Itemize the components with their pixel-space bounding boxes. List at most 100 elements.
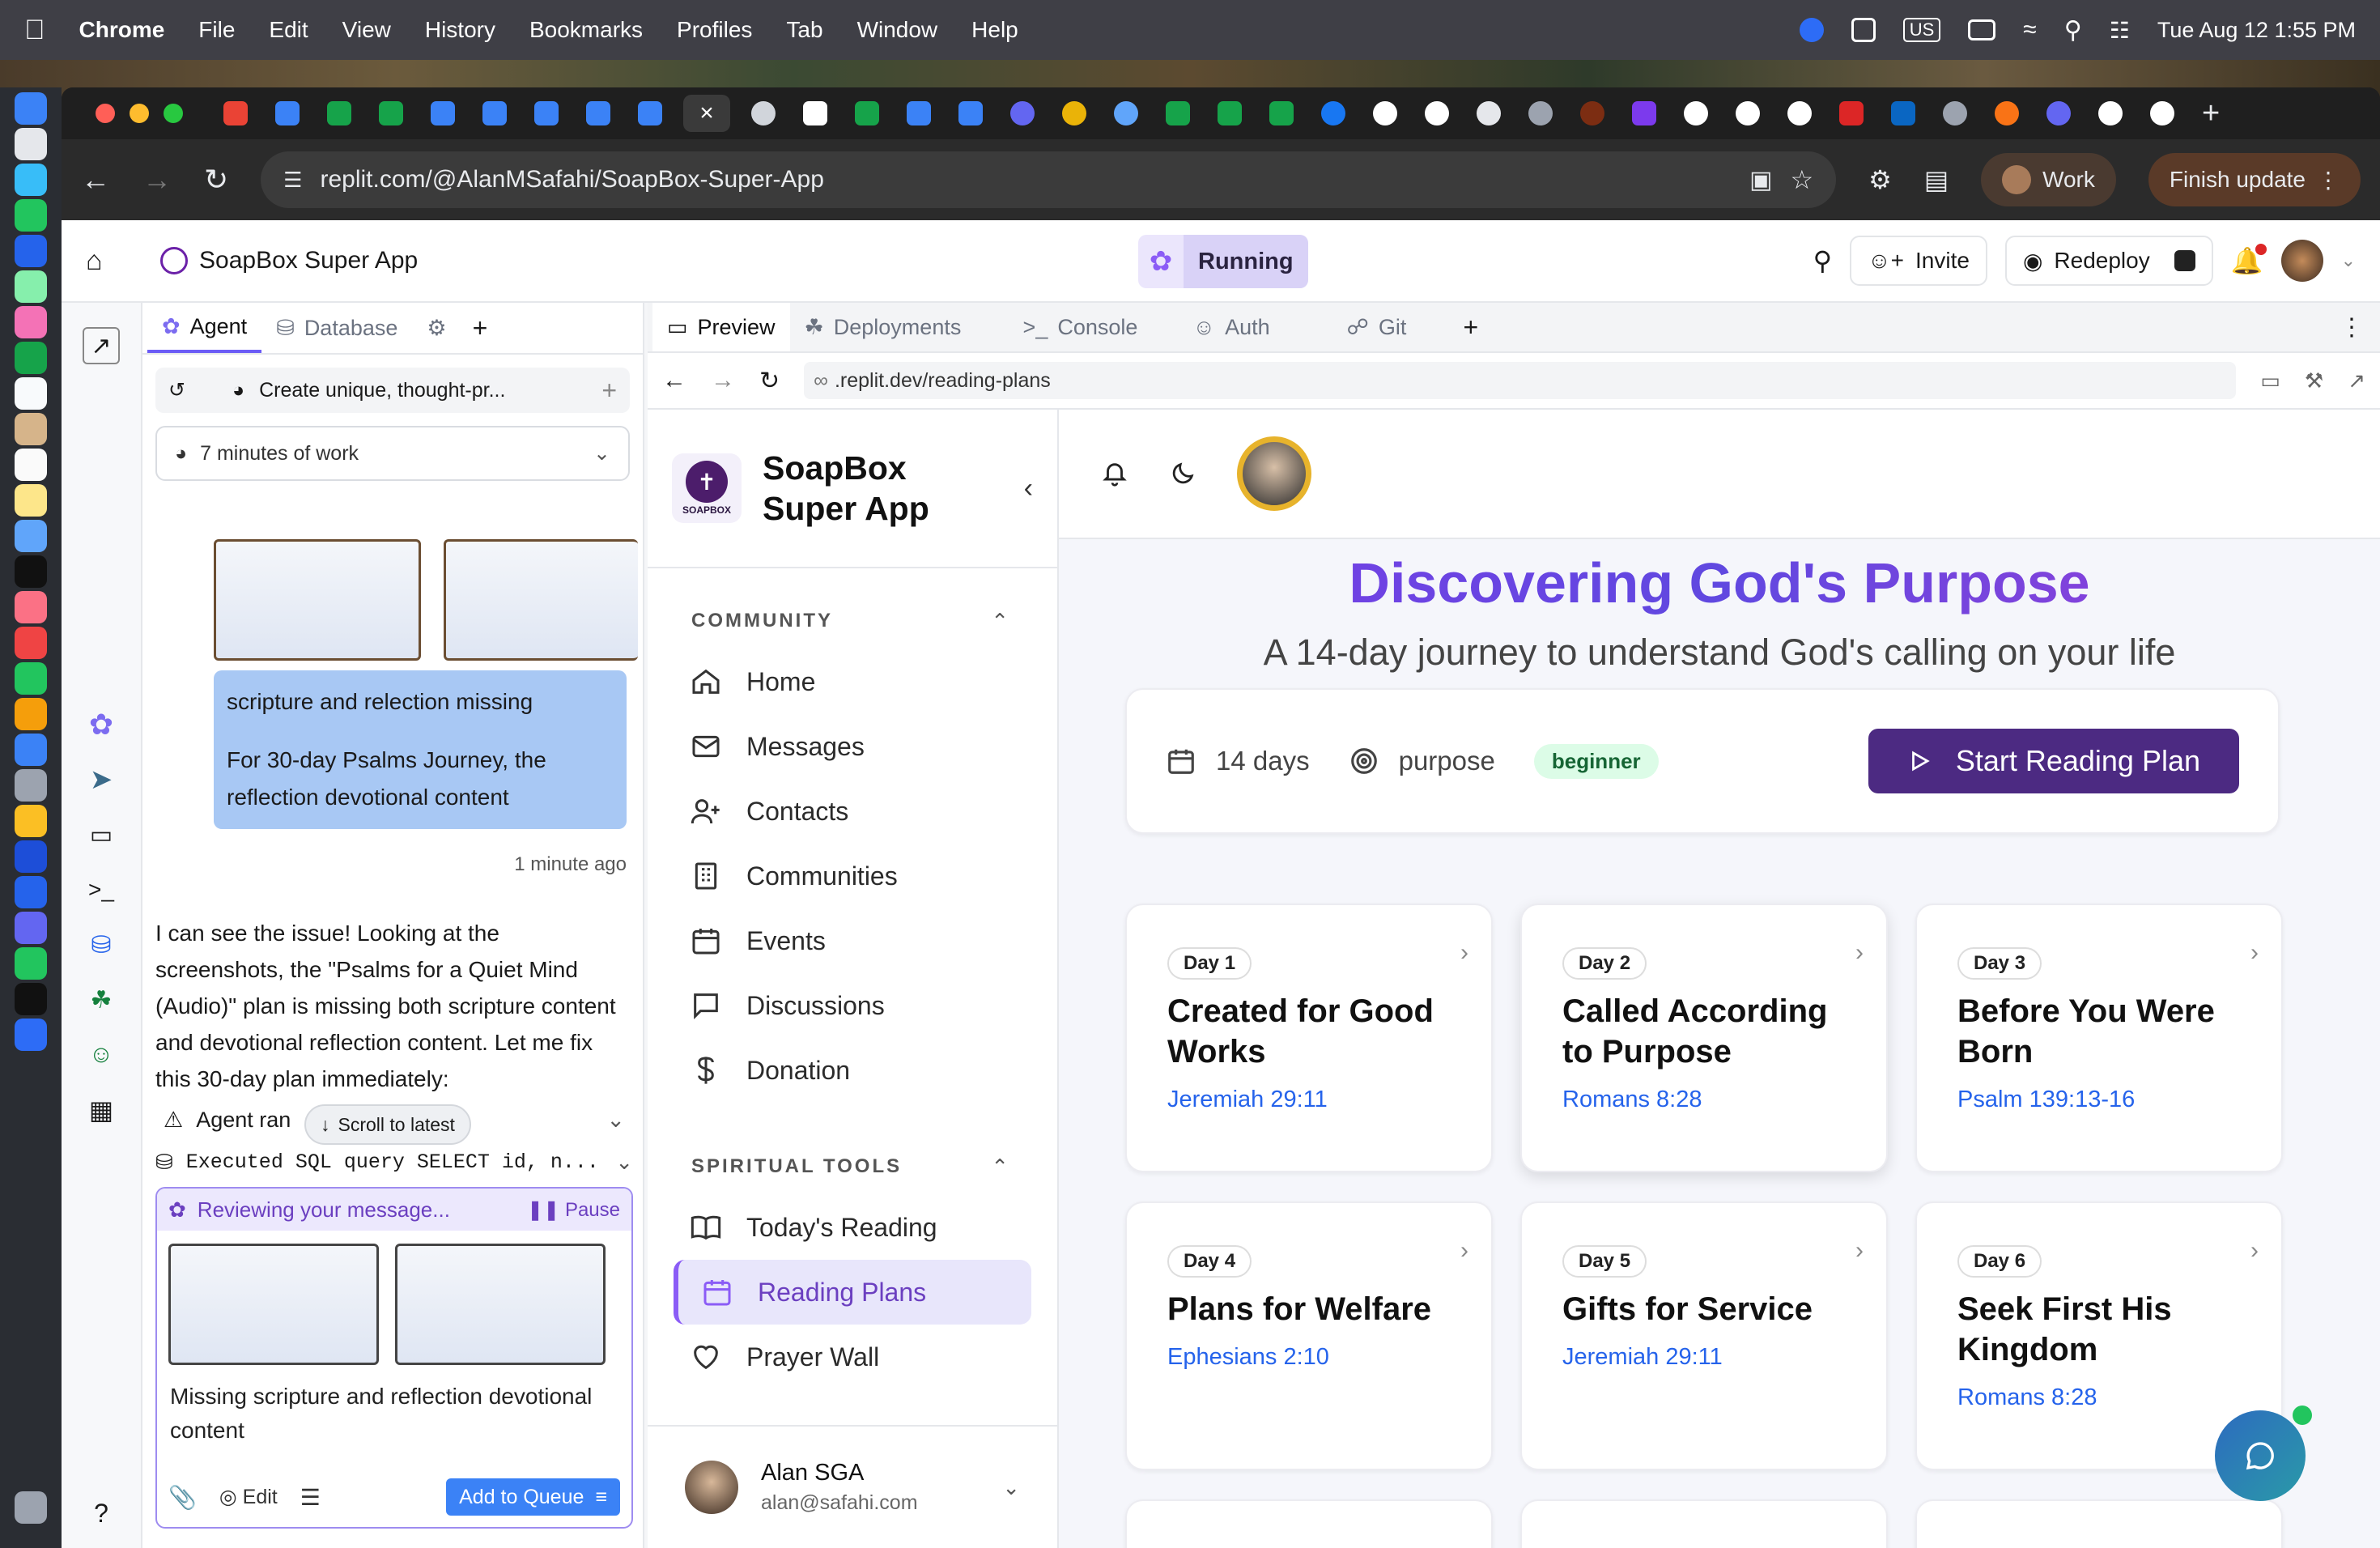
- tab-preview[interactable]: ▭ Preview: [652, 303, 790, 351]
- bookmark-star-icon[interactable]: ☆: [1790, 164, 1813, 195]
- tab-docs-2[interactable]: [476, 95, 513, 132]
- select-tool-icon[interactable]: ↗: [83, 327, 120, 364]
- tab-soapbox[interactable]: [1004, 95, 1041, 132]
- apple-icon[interactable]: : [24, 15, 45, 46]
- preview-more-icon[interactable]: ⋮: [2340, 313, 2364, 342]
- site-info-icon[interactable]: ☰: [283, 168, 302, 193]
- home-icon[interactable]: ⌂: [86, 245, 126, 277]
- tab-google-6[interactable]: [2144, 95, 2181, 132]
- tab-dropbox[interactable]: [269, 95, 306, 132]
- day-card[interactable]: [1915, 1499, 2283, 1548]
- tab-google-1[interactable]: [1418, 95, 1456, 132]
- sidebar-user[interactable]: Alan SGA alan@safahi.com ⌄: [648, 1425, 1057, 1548]
- new-tab-button[interactable]: +: [2202, 96, 2220, 131]
- day-scripture-ref[interactable]: Ephesians 2:10: [1167, 1344, 1451, 1371]
- menu-profiles[interactable]: Profiles: [677, 17, 752, 43]
- day-card[interactable]: [1125, 1499, 1493, 1548]
- user-avatar[interactable]: [2280, 240, 2323, 282]
- dock-trash-icon[interactable]: [15, 1491, 47, 1524]
- menu-window[interactable]: Window: [857, 17, 938, 43]
- tab-web-3[interactable]: [1833, 95, 1870, 132]
- add-to-queue-button[interactable]: Add to Queue ≡: [446, 1478, 620, 1516]
- tab-soapbox-2[interactable]: [2040, 95, 2077, 132]
- scroll-to-latest-button[interactable]: ↓ Scroll to latest: [304, 1104, 471, 1145]
- minimize-window-button[interactable]: [130, 104, 149, 123]
- preview-reload-icon[interactable]: ↻: [759, 367, 780, 395]
- dock-finder-icon[interactable]: [15, 92, 47, 125]
- tab-video[interactable]: [1626, 95, 1663, 132]
- start-reading-plan-button[interactable]: Start Reading Plan: [1868, 729, 2239, 793]
- tab-sheets-1[interactable]: [321, 95, 358, 132]
- tab-openai[interactable]: [745, 95, 782, 132]
- profile-button[interactable]: Work: [1981, 153, 2116, 206]
- extensions-icon[interactable]: ⚙: [1868, 164, 1892, 195]
- sidebar-item-prayer-wall[interactable]: Prayer Wall: [648, 1325, 1057, 1389]
- dock-messages-icon[interactable]: [15, 199, 47, 232]
- tab-sheets-2[interactable]: [372, 95, 410, 132]
- dock-terminal-icon[interactable]: [15, 983, 47, 1015]
- dock-outlook-icon[interactable]: [15, 840, 47, 873]
- community-section-header[interactable]: COMMUNITY ⌃: [648, 593, 1057, 649]
- menu-tab[interactable]: Tab: [786, 17, 822, 43]
- sidebar-item-discussions[interactable]: Discussions: [648, 973, 1057, 1038]
- tab-google-2[interactable]: [1677, 95, 1715, 132]
- dock-teams-icon[interactable]: [15, 912, 47, 944]
- tab-x-1[interactable]: [797, 95, 834, 132]
- day-card[interactable]: [1520, 1499, 1888, 1548]
- dock-pages-icon[interactable]: [15, 698, 47, 730]
- preview-url-field[interactable]: ∞ .replit.dev/reading-plans: [804, 362, 2237, 399]
- dock-settings-icon[interactable]: [15, 769, 47, 802]
- project-name[interactable]: SoapBox Super App: [199, 247, 418, 274]
- finish-update-button[interactable]: Finish update ⋮: [2148, 153, 2361, 206]
- tab-sheets-6[interactable]: [1263, 95, 1300, 132]
- day-scripture-ref[interactable]: Psalm 139:13-16: [1957, 1087, 2241, 1113]
- wifi-icon[interactable]: ≈: [2023, 16, 2036, 44]
- invite-button[interactable]: ☺+ Invite: [1850, 236, 1987, 286]
- dock-whatsapp-icon[interactable]: [15, 947, 47, 980]
- dock-zoom-icon[interactable]: [15, 1019, 47, 1051]
- sql-step[interactable]: ⛁ Executed SQL query SELECT id, n... ⌄: [155, 1150, 633, 1175]
- tab-sheets-4[interactable]: [1159, 95, 1196, 132]
- dock-reminders-icon[interactable]: [15, 449, 47, 481]
- search-icon[interactable]: ⚲: [1813, 245, 1832, 276]
- new-thread-icon[interactable]: +: [601, 376, 617, 406]
- all-tools-icon[interactable]: ▦: [83, 1091, 120, 1129]
- tab-docs-3[interactable]: [528, 95, 565, 132]
- forward-icon[interactable]: →: [142, 163, 172, 197]
- dock-chrome-icon[interactable]: [15, 805, 47, 837]
- tab-gemini[interactable]: [1107, 95, 1145, 132]
- dock-facetime-icon[interactable]: [15, 342, 47, 374]
- tab-web-1[interactable]: [1522, 95, 1559, 132]
- run-status[interactable]: ✿ Running: [1138, 235, 1308, 288]
- tab-hubspot[interactable]: [1988, 95, 2025, 132]
- sidebar-item-home[interactable]: Home: [648, 649, 1057, 714]
- close-window-button[interactable]: [96, 104, 115, 123]
- tab-gmail[interactable]: [217, 95, 254, 132]
- sidebar-item-communities[interactable]: Communities: [648, 844, 1057, 908]
- menu-history[interactable]: History: [425, 17, 495, 43]
- dock-tv-icon[interactable]: [15, 555, 47, 588]
- sidebar-item-events[interactable]: Events: [648, 908, 1057, 973]
- edit-button[interactable]: ◎ Edit: [219, 1485, 278, 1509]
- sidebar-item-messages[interactable]: Messages: [648, 714, 1057, 779]
- menu-app-name[interactable]: Chrome: [79, 17, 165, 43]
- sidebar-item-todays-reading[interactable]: Today's Reading: [648, 1195, 1057, 1260]
- assistant-rail-icon[interactable]: ➤: [83, 761, 120, 798]
- menu-help[interactable]: Help: [971, 17, 1018, 43]
- tab-auth[interactable]: ☺ Auth: [1179, 302, 1332, 352]
- dock-numbers-icon[interactable]: [15, 662, 47, 695]
- menu-view[interactable]: View: [342, 17, 391, 43]
- spotlight-icon[interactable]: ⚲: [2064, 16, 2082, 45]
- sidebar-item-reading-plans[interactable]: Reading Plans: [674, 1260, 1031, 1325]
- dock-maps-icon[interactable]: [15, 270, 47, 303]
- zoom-window-button[interactable]: [164, 104, 183, 123]
- tab-deployments[interactable]: ☘ Deployments: [790, 302, 1009, 352]
- tab-web-2[interactable]: [1574, 95, 1611, 132]
- tab-git[interactable]: ☍ Git: [1332, 302, 1454, 352]
- zoom-icon[interactable]: [1799, 18, 1824, 42]
- dock-calendar-icon[interactable]: [15, 377, 47, 410]
- composer-thumbnail-1[interactable]: [168, 1244, 379, 1365]
- help-icon[interactable]: ?: [83, 1495, 120, 1532]
- input-source[interactable]: US: [1902, 18, 1941, 42]
- preview-rail-icon[interactable]: ▭: [83, 816, 120, 853]
